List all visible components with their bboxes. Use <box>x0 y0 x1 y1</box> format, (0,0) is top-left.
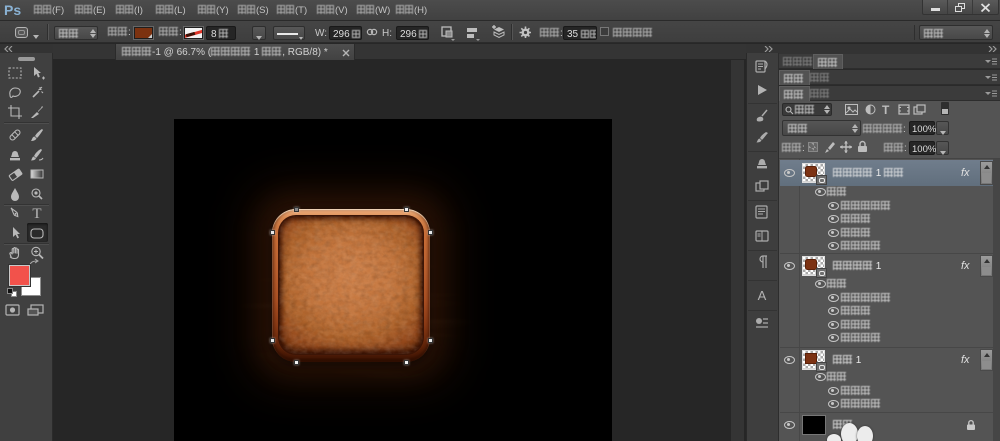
svg-text:T: T <box>32 206 41 221</box>
svg-text:A: A <box>758 288 767 303</box>
